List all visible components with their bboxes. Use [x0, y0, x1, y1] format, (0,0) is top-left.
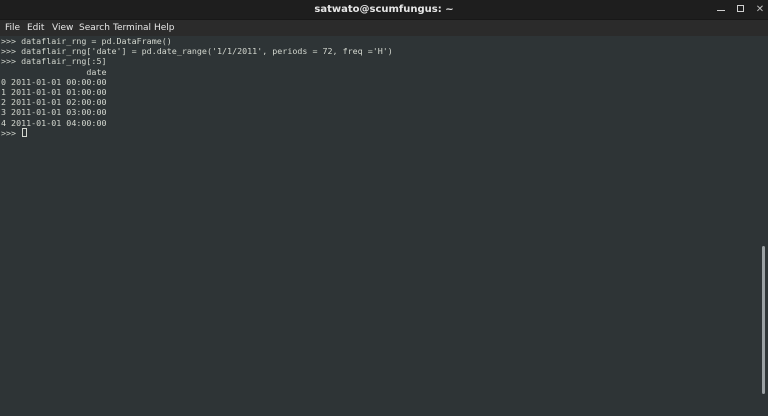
terminal-line: 4 2011-01-01 04:00:00: [1, 117, 107, 128]
minimize-icon: [717, 10, 725, 11]
terminal-line: >>> dataflair_rng['date'] = pd.date_rang…: [1, 46, 393, 57]
terminal-line: date: [1, 66, 107, 77]
close-button[interactable]: ✕: [751, 0, 768, 19]
window-title: satwato@scumfungus: ~: [314, 4, 454, 15]
terminal-line: 2 2011-01-01 02:00:00: [1, 97, 107, 108]
terminal-line: 1 2011-01-01 01:00:00: [1, 87, 107, 97]
terminal-prompt: >>>: [1, 127, 22, 138]
maximize-icon: [737, 5, 744, 12]
menu-file[interactable]: File: [4, 20, 21, 36]
close-icon: ✕: [755, 4, 765, 15]
terminal-prompt-line[interactable]: >>>: [1, 127, 28, 138]
terminal-cursor: [22, 127, 28, 137]
menu-edit[interactable]: Edit: [26, 20, 45, 36]
terminal-scrollbar[interactable]: [760, 36, 768, 416]
maximize-button[interactable]: [732, 0, 750, 19]
terminal-line: 3 2011-01-01 03:00:00: [1, 107, 107, 118]
menu-search[interactable]: Search: [78, 20, 111, 36]
terminal-line: 0 2011-01-01 00:00:00: [1, 76, 107, 87]
title-bar[interactable]: satwato@scumfungus: ~ ✕: [0, 0, 768, 20]
scrollbar-thumb[interactable]: [762, 246, 765, 394]
menu-bar: File Edit View Search Terminal Help: [0, 20, 768, 37]
terminal-output[interactable]: >>> dataflair_rng = pd.DataFrame() >>> d…: [0, 36, 760, 416]
minimize-button[interactable]: [712, 0, 730, 19]
menu-help[interactable]: Help: [153, 20, 176, 36]
terminal-line: >>> dataflair_rng[:5]: [1, 56, 107, 67]
terminal-line: >>> dataflair_rng = pd.DataFrame(): [1, 36, 172, 46]
menu-view[interactable]: View: [51, 20, 74, 36]
terminal-window: satwato@scumfungus: ~ ✕ File Edit View S…: [0, 0, 768, 416]
menu-terminal[interactable]: Terminal: [112, 20, 152, 36]
